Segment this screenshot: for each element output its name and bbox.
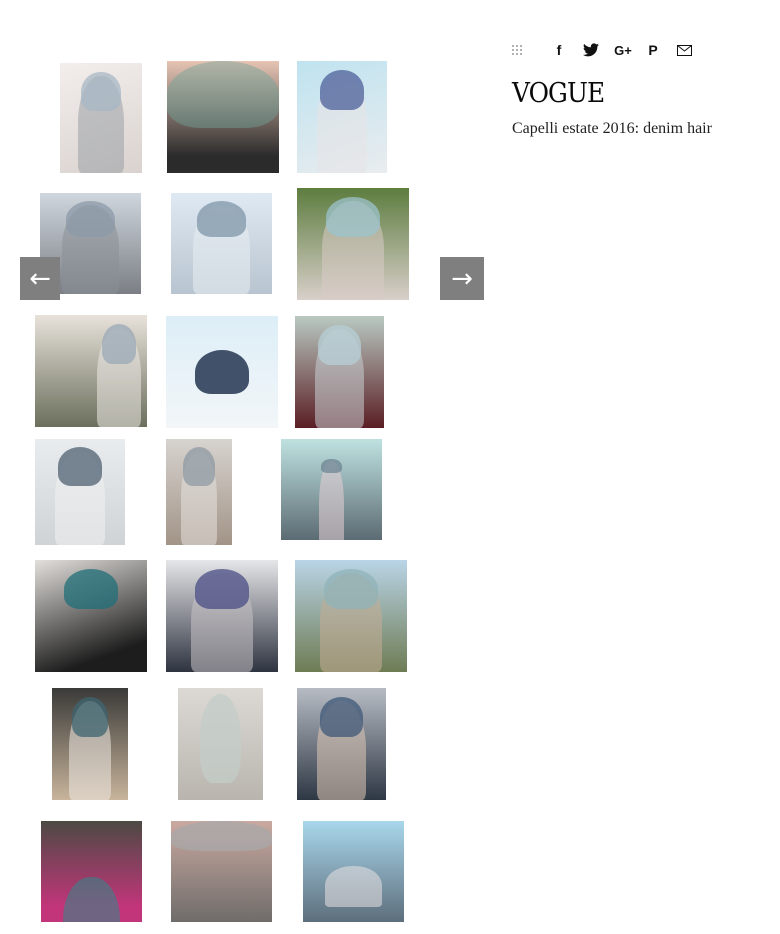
gallery-photo[interactable] — [35, 315, 147, 427]
gallery-photo[interactable] — [178, 688, 263, 800]
twitter-icon[interactable] — [582, 42, 600, 58]
pinterest-icon[interactable]: P — [646, 42, 660, 58]
carousel-prev-button[interactable]: ← — [20, 257, 60, 300]
arrow-right-icon: → — [451, 263, 473, 294]
vogue-logo[interactable]: VOGUE — [512, 78, 622, 110]
gallery-photo[interactable] — [171, 193, 272, 294]
gallery-photo[interactable] — [281, 439, 382, 540]
gallery-photo[interactable] — [295, 316, 384, 428]
gallery-photo[interactable] — [166, 316, 278, 428]
gallery-photo[interactable] — [297, 188, 409, 300]
photo-gallery — [0, 0, 500, 934]
gallery-photo[interactable] — [166, 439, 232, 545]
gallery-photo[interactable] — [297, 61, 387, 173]
mail-icon[interactable] — [676, 42, 692, 58]
gallery-photo[interactable] — [60, 63, 142, 173]
article-title: Capelli estate 2016: denim hair — [512, 120, 712, 137]
gallery-photo[interactable] — [52, 688, 128, 800]
gallery-photo[interactable] — [35, 439, 125, 545]
carousel-next-button[interactable]: → — [440, 257, 484, 300]
grid-icon[interactable] — [510, 42, 524, 58]
gallery-photo[interactable] — [167, 61, 279, 173]
gallery-photo[interactable] — [166, 560, 278, 672]
gallery-photo[interactable] — [297, 688, 386, 800]
facebook-icon[interactable]: f — [554, 42, 564, 58]
gallery-photo[interactable] — [41, 821, 142, 922]
google-plus-icon[interactable]: G+ — [612, 42, 634, 58]
gallery-photo[interactable] — [171, 821, 272, 922]
gallery-photo[interactable] — [295, 560, 407, 672]
gallery-photo[interactable] — [303, 821, 404, 922]
gallery-photo[interactable] — [35, 560, 147, 672]
arrow-left-icon: ← — [29, 263, 51, 294]
